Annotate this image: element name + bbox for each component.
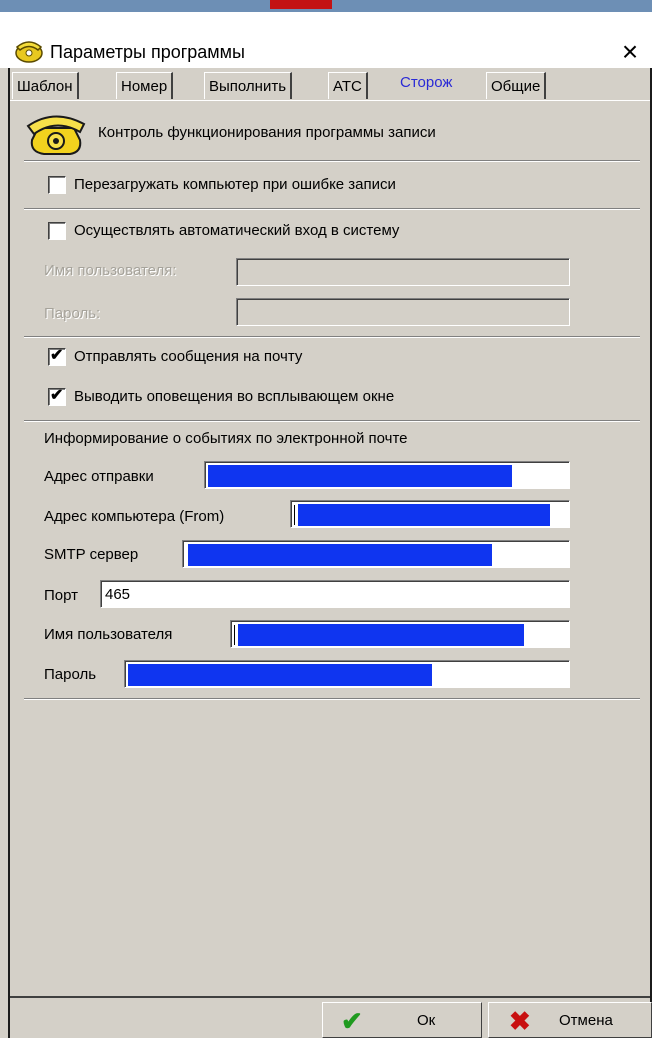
- redacted-value: [208, 465, 512, 487]
- popup-notify-label[interactable]: Выводить оповещения во всплывающем окне: [74, 388, 394, 405]
- login-password-field[interactable]: [236, 298, 570, 326]
- restart-label[interactable]: Перезагружать компьютер при ошибке запис…: [74, 176, 396, 193]
- login-user-field[interactable]: [236, 258, 570, 286]
- tab-template[interactable]: Шаблон: [12, 72, 79, 99]
- divider: [24, 698, 640, 700]
- ok-button[interactable]: ✔ Ок: [322, 1002, 482, 1038]
- port-field[interactable]: [100, 580, 570, 608]
- sender-field[interactable]: [204, 461, 570, 489]
- smtp-user-label: Имя пользователя: [44, 626, 173, 643]
- from-field[interactable]: [290, 500, 570, 528]
- telephone-icon: [26, 115, 86, 155]
- checkmark-icon: ✔: [341, 1006, 363, 1036]
- cancel-button[interactable]: ✖ Отмена: [488, 1002, 652, 1038]
- section-header: Контроль функционирования программы запи…: [98, 124, 436, 141]
- background-strip-accent: [270, 0, 332, 9]
- background-strip: [0, 0, 652, 12]
- tab-number[interactable]: Номер: [116, 72, 174, 99]
- port-input[interactable]: [101, 581, 569, 607]
- tab-watchdog[interactable]: Сторож: [396, 68, 457, 100]
- divider: [24, 208, 640, 210]
- tab-strip: Шаблон Номер Выполнить АТС Сторож Общие: [10, 68, 652, 102]
- redacted-value: [238, 624, 524, 646]
- button-bar-divider: [10, 996, 650, 998]
- check-mark-icon: ✔: [50, 387, 64, 404]
- divider: [24, 160, 640, 162]
- from-label: Адрес компьютера (From): [44, 508, 225, 525]
- window-border-left: [8, 68, 10, 1038]
- login-password-label: Пароль:: [44, 305, 101, 322]
- cancel-label: Отмена: [559, 1012, 613, 1029]
- email-section-title: Информирование о событиях по электронной…: [44, 430, 408, 447]
- send-mail-label[interactable]: Отправлять сообщения на почту: [74, 348, 302, 365]
- auto-login-label[interactable]: Осуществлять автоматический вход в систе…: [74, 222, 399, 239]
- redacted-value: [298, 504, 550, 526]
- divider: [24, 336, 640, 338]
- divider: [24, 420, 640, 422]
- title-bar: Параметры программы ×: [0, 12, 652, 68]
- smtp-field[interactable]: [182, 540, 570, 568]
- window-title: Параметры программы: [50, 42, 245, 62]
- text-caret: [234, 625, 235, 645]
- restart-checkbox[interactable]: [48, 176, 66, 194]
- tab-pbx[interactable]: АТС: [328, 72, 368, 99]
- auto-login-checkbox[interactable]: [48, 222, 66, 240]
- smtp-label: SMTP сервер: [44, 546, 139, 563]
- smtp-password-field[interactable]: [124, 660, 570, 688]
- close-button[interactable]: ×: [612, 34, 648, 70]
- smtp-user-field[interactable]: [230, 620, 570, 648]
- check-mark-icon: ✔: [50, 347, 64, 364]
- tab-execute[interactable]: Выполнить: [204, 72, 293, 99]
- redacted-value: [128, 664, 432, 686]
- ok-label: Ок: [417, 1012, 436, 1029]
- close-icon: ×: [621, 36, 639, 67]
- popup-notify-checkbox[interactable]: ✔: [48, 387, 66, 406]
- smtp-password-label: Пароль: [44, 666, 97, 683]
- redacted-value: [188, 544, 492, 566]
- tab-general[interactable]: Общие: [486, 72, 547, 99]
- phone-icon: [15, 41, 43, 63]
- sender-label: Адрес отправки: [44, 468, 154, 485]
- send-mail-checkbox[interactable]: ✔: [48, 347, 66, 366]
- settings-dialog: Параметры программы × Шаблон Номер Выпол…: [0, 0, 652, 1038]
- cross-icon: ✖: [509, 1006, 531, 1036]
- port-label: Порт: [44, 587, 79, 604]
- text-caret: [294, 505, 295, 525]
- login-user-label: Имя пользователя:: [44, 262, 177, 279]
- tab-baseline: [10, 100, 650, 101]
